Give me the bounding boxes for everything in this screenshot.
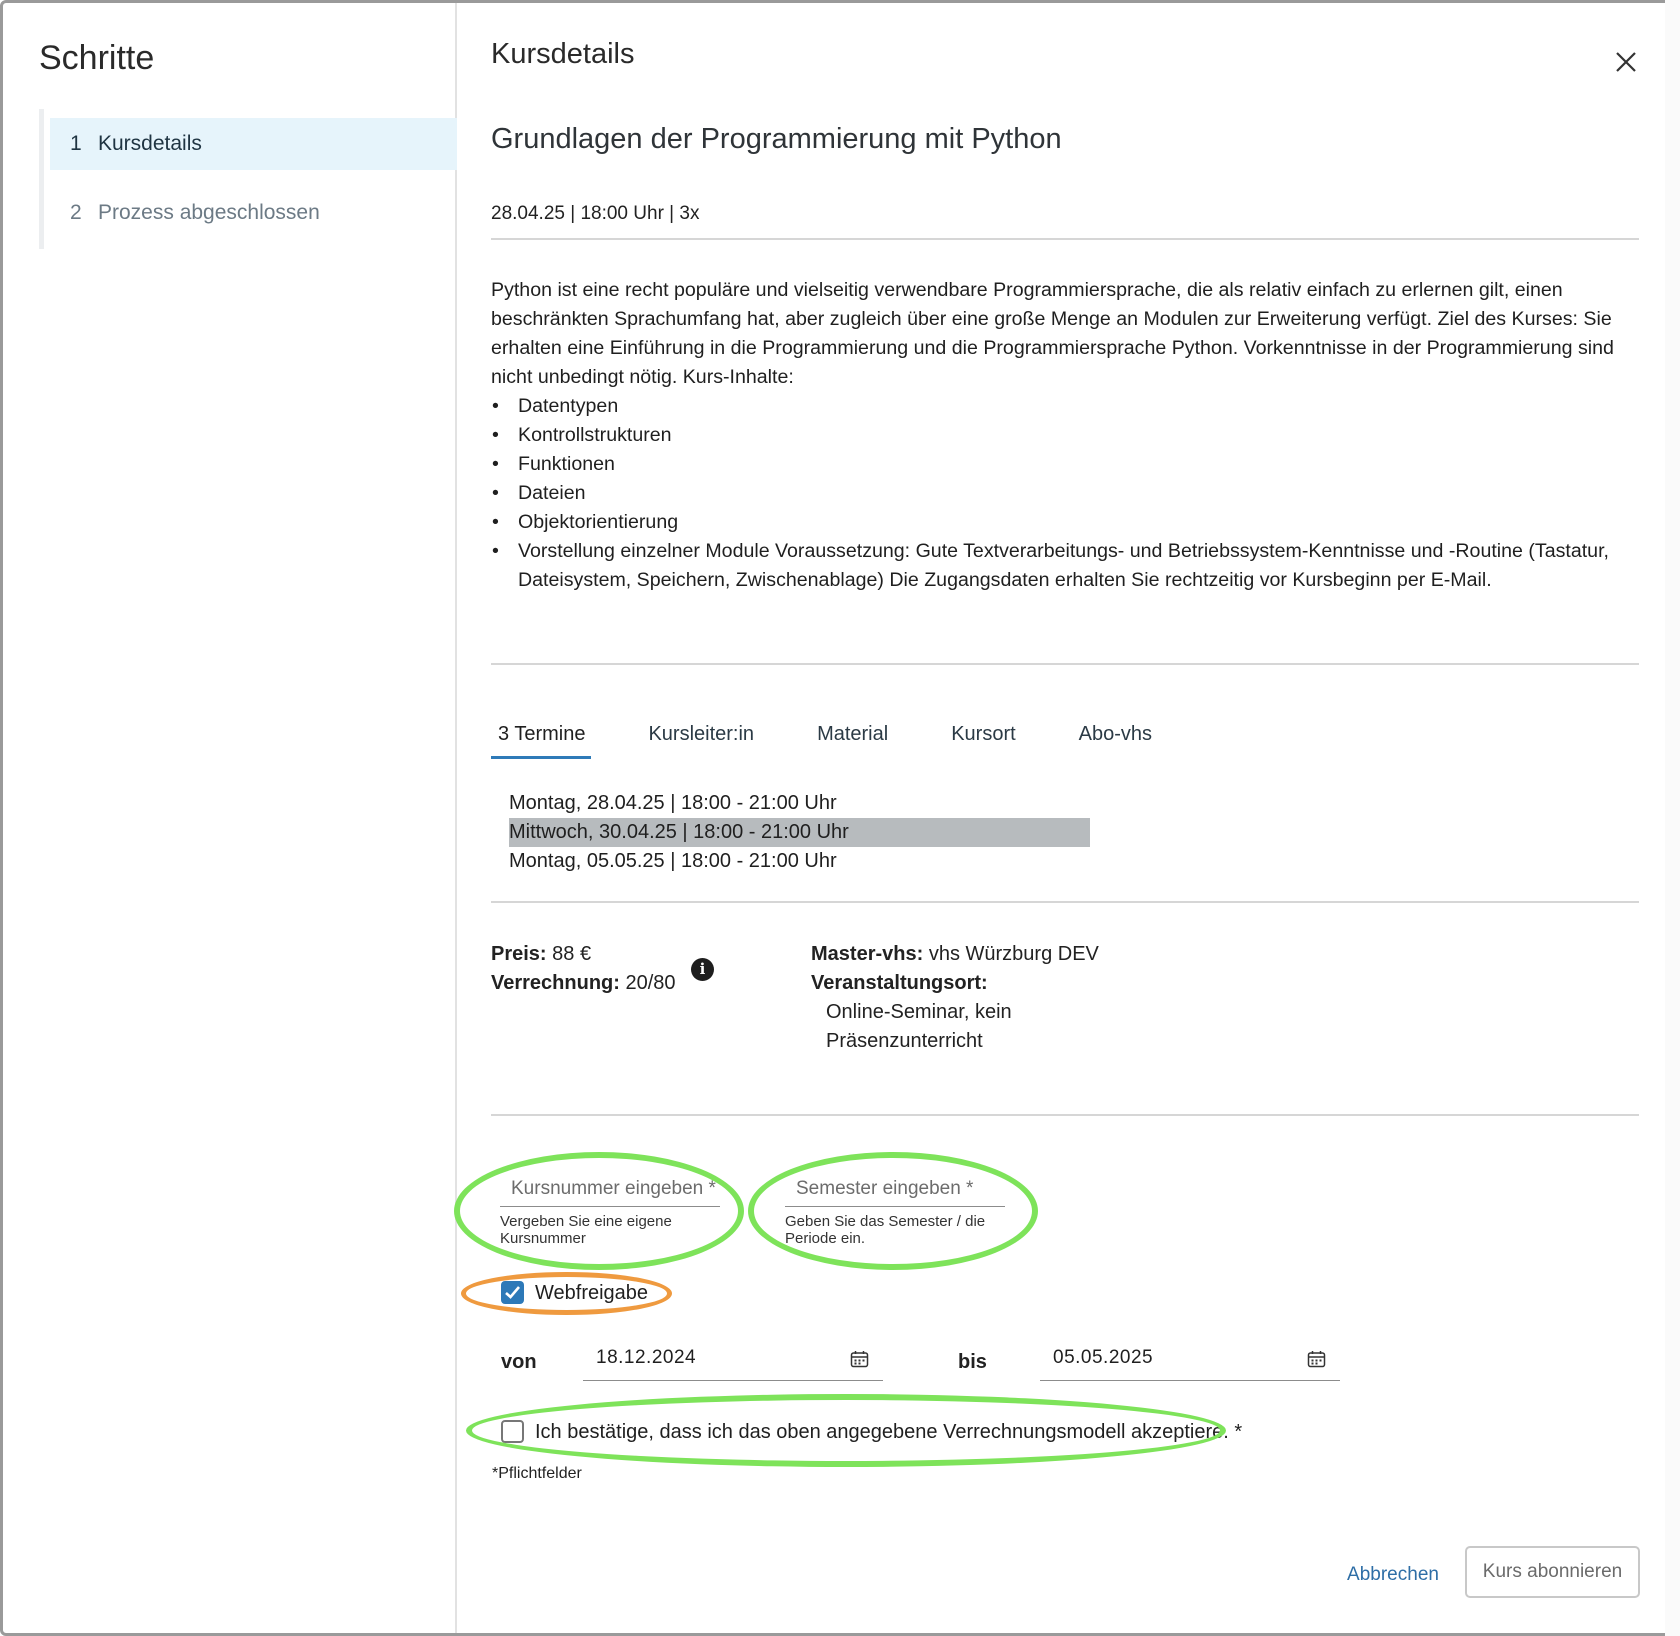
confirm-billing-label: Ich bestätige, dass ich das oben angegeb… — [535, 1421, 1243, 1443]
bullet-item: Objektorientierung — [491, 508, 1641, 537]
tab-kursleiter[interactable]: Kursleiter:in — [641, 723, 760, 759]
to-label: bis — [958, 1351, 987, 1373]
steps-sidebar: Schritte 1 Kursdetails 2 Prozess abgesch… — [3, 3, 457, 1633]
bullet-item: Dateien — [491, 479, 1641, 508]
tab-material[interactable]: Material — [810, 723, 894, 759]
tab-kursort[interactable]: Kursort — [944, 723, 1021, 759]
course-title: Grundlagen der Programmierung mit Python — [491, 123, 1062, 155]
description-bullets: Datentypen Kontrollstrukturen Funktionen… — [491, 392, 1641, 595]
cancel-button[interactable]: Abbrechen — [1343, 1551, 1443, 1599]
course-number-input[interactable] — [500, 1171, 720, 1207]
calendar-icon[interactable] — [850, 1350, 869, 1368]
to-date-value: 05.05.2025 — [1053, 1347, 1154, 1368]
close-icon[interactable] — [1613, 49, 1639, 75]
billing-value: 20/80 — [625, 972, 676, 994]
required-fields-note: *Pflichtfelder — [492, 1465, 582, 1482]
date-row: Montag, 28.04.25 | 18:00 - 21:00 Uhr — [509, 792, 837, 814]
bullet-item: Funktionen — [491, 450, 1641, 479]
course-meta: 28.04.25 | 18:00 Uhr | 3x — [491, 203, 700, 224]
course-description: Python ist eine recht populäre und viels… — [491, 276, 1641, 595]
to-date-field[interactable]: 05.05.2025 — [1040, 1341, 1340, 1381]
bullet-item-last: Vorstellung einzelner Module Voraussetzu… — [491, 537, 1641, 595]
step-label: Kursdetails — [98, 132, 202, 155]
date-row: Montag, 05.05.25 | 18:00 - 21:00 Uhr — [509, 850, 837, 872]
divider — [491, 901, 1639, 903]
steps-title: Schritte — [39, 39, 155, 77]
confirm-billing-checkbox[interactable] — [501, 1420, 524, 1443]
venue-line: Online-Seminar, kein — [826, 1001, 1012, 1023]
subscribe-course-button[interactable]: Kurs abonnieren — [1465, 1546, 1640, 1598]
calendar-icon[interactable] — [1307, 1350, 1326, 1368]
background-edge — [1665, 0, 1680, 1636]
billing-label: Verrechnung: — [491, 972, 620, 994]
tab-termine[interactable]: 3 Termine — [491, 723, 592, 759]
step-number: 2 — [70, 201, 82, 224]
venue-line: Präsenzunterricht — [826, 1030, 983, 1052]
step-prozess-abgeschlossen[interactable]: 2 Prozess abgeschlossen — [50, 187, 457, 239]
venue-label: Veranstaltungsort: — [811, 972, 988, 994]
steps-rail — [39, 109, 44, 249]
bullet-item: Datentypen — [491, 392, 1641, 421]
from-date-field[interactable]: 18.12.2024 — [583, 1341, 883, 1381]
web-release-label: Webfreigabe — [535, 1282, 649, 1304]
web-release-checkbox[interactable] — [501, 1281, 524, 1304]
pricing-info: Preis: 88 € Verrechnung: 20/80 — [491, 940, 676, 998]
price-value: 88 € — [552, 943, 592, 965]
step-number: 1 — [70, 132, 82, 155]
course-number-hint: Vergeben Sie eine eigene Kursnummer — [500, 1213, 672, 1247]
price-label: Preis: — [491, 943, 547, 965]
course-number-field: Vergeben Sie eine eigene Kursnummer — [500, 1171, 720, 1247]
divider — [491, 1114, 1639, 1116]
semester-field: Geben Sie das Semester / die Periode ein… — [785, 1171, 1005, 1247]
date-row-selected: Mittwoch, 30.04.25 | 18:00 - 21:00 Uhr — [509, 818, 1090, 847]
master-label: Master-vhs: — [811, 943, 924, 965]
bullet-item: Kontrollstrukturen — [491, 421, 1641, 450]
tab-abo-vhs[interactable]: Abo-vhs — [1072, 723, 1158, 759]
semester-input[interactable] — [785, 1171, 1005, 1207]
master-value: vhs Würzburg DEV — [928, 943, 1099, 965]
description-intro: Python ist eine recht populäre und viels… — [491, 279, 1614, 388]
panel-title: Kursdetails — [491, 38, 635, 70]
checkmark-icon — [505, 1286, 520, 1299]
dates-list: Montag, 28.04.25 | 18:00 - 21:00 Uhr Mit… — [509, 789, 1090, 876]
divider — [491, 238, 1639, 240]
step-kursdetails[interactable]: 1 Kursdetails — [50, 118, 457, 170]
info-icon[interactable]: i — [691, 958, 714, 981]
main-panel: Kursdetails Grundlagen der Programmierun… — [454, 3, 1641, 1633]
divider — [491, 663, 1639, 665]
semester-hint: Geben Sie das Semester / die Periode ein… — [785, 1213, 986, 1247]
from-label: von — [501, 1351, 537, 1373]
step-label: Prozess abgeschlossen — [98, 201, 320, 224]
course-tabs: 3 Termine Kursleiter:in Material Kursort… — [491, 723, 1208, 759]
from-date-value: 18.12.2024 — [596, 1347, 697, 1368]
venue-info: Master-vhs: vhs Würzburg DEV Veranstaltu… — [811, 940, 1099, 1056]
